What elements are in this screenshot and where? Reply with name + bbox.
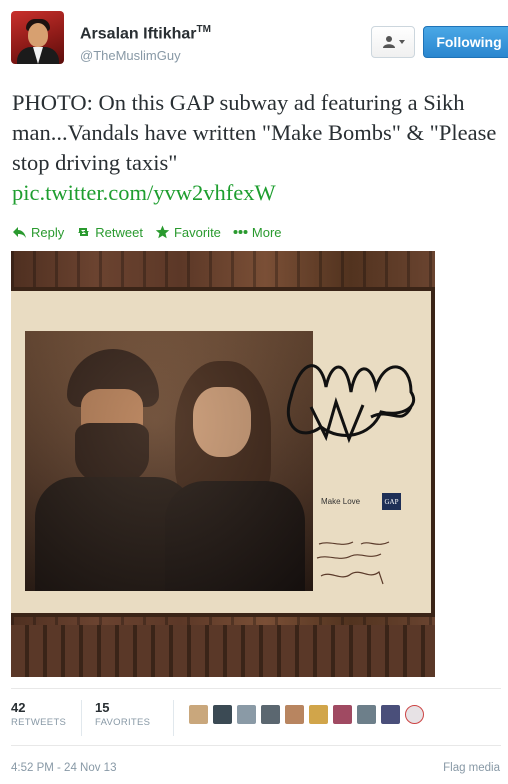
tweet-stats: 42 RETWEETS 15 FAVORITES	[11, 700, 501, 740]
favorites-stat[interactable]: 15 FAVORITES	[95, 700, 150, 728]
more-dots-icon	[233, 230, 248, 234]
gap-poster: Make Love GAP	[11, 287, 435, 635]
favoriter-avatar[interactable]	[285, 705, 304, 724]
tweet-text: PHOTO: On this GAP subway ad featuring a…	[12, 88, 502, 208]
author-name-text[interactable]: Arsalan Iftikhar	[80, 25, 196, 42]
favoriter-avatar[interactable]	[237, 705, 256, 724]
trademark-mark: TM	[196, 24, 211, 35]
retweet-label[interactable]: Retweet	[95, 225, 143, 240]
favorite-action[interactable]: Favorite	[155, 225, 221, 240]
graffiti-tag	[286, 364, 415, 444]
avatar-face	[28, 23, 48, 47]
flag-media-link[interactable]: Flag media	[443, 762, 500, 774]
favorites-count[interactable]: 15	[95, 700, 150, 715]
gap-logo: GAP	[382, 493, 401, 510]
vandal-scrawl	[316, 541, 390, 585]
chevron-down-icon	[398, 40, 405, 44]
reply-action[interactable]: Reply	[12, 225, 64, 240]
ad-slogan: Make Love	[321, 497, 361, 506]
retweet-action[interactable]: Retweet	[76, 225, 143, 240]
tweet-timestamp[interactable]: 4:52 PM - 24 Nov 13	[11, 762, 116, 774]
retweet-icon	[78, 228, 90, 236]
more-label[interactable]: More	[252, 225, 282, 240]
following-button[interactable]: Following	[423, 26, 508, 58]
poster-image	[25, 331, 313, 591]
favorite-label[interactable]: Favorite	[174, 225, 221, 240]
retweets-stat[interactable]: 42 RETWEETS	[11, 700, 66, 728]
favoriter-avatars	[189, 705, 424, 724]
tweet-body: PHOTO: On this GAP subway ad featuring a…	[12, 90, 497, 175]
favoriter-avatar[interactable]	[405, 705, 424, 724]
retweets-count[interactable]: 42	[11, 700, 66, 715]
author-avatar[interactable]	[11, 11, 64, 64]
author-handle[interactable]: @TheMuslimGuy	[80, 48, 181, 63]
wall-bottom	[11, 625, 435, 677]
person-icon	[382, 36, 395, 48]
stats-divider	[173, 700, 174, 736]
tweet-header: Arsalan IftikharTM @TheMuslimGuy Followi…	[11, 11, 508, 71]
favoriter-avatar[interactable]	[261, 705, 280, 724]
tweet-media-link[interactable]: pic.twitter.com/yvw2vhfexW	[12, 178, 502, 208]
star-icon	[155, 225, 170, 239]
favoriter-avatar[interactable]	[189, 705, 208, 724]
author-name[interactable]: Arsalan IftikharTM	[80, 24, 211, 43]
more-action[interactable]: More	[233, 225, 282, 240]
user-actions-button[interactable]	[371, 26, 415, 58]
favoriter-avatar[interactable]	[381, 705, 400, 724]
divider-top	[11, 688, 501, 689]
tweet-photo[interactable]: Make Love GAP	[11, 251, 435, 677]
photo-shading	[25, 331, 313, 591]
favoriter-avatar[interactable]	[333, 705, 352, 724]
retweets-label[interactable]: RETWEETS	[11, 717, 66, 728]
stats-divider	[81, 700, 82, 736]
reply-label[interactable]: Reply	[31, 225, 64, 240]
favoriter-avatar[interactable]	[213, 705, 232, 724]
divider-bottom	[11, 745, 501, 746]
favorites-label[interactable]: FAVORITES	[95, 717, 150, 728]
favoriter-avatar[interactable]	[357, 705, 376, 724]
tweet-actions: Reply Retweet Favorite More	[12, 223, 282, 241]
favoriter-avatar[interactable]	[309, 705, 328, 724]
reply-icon	[13, 227, 26, 238]
